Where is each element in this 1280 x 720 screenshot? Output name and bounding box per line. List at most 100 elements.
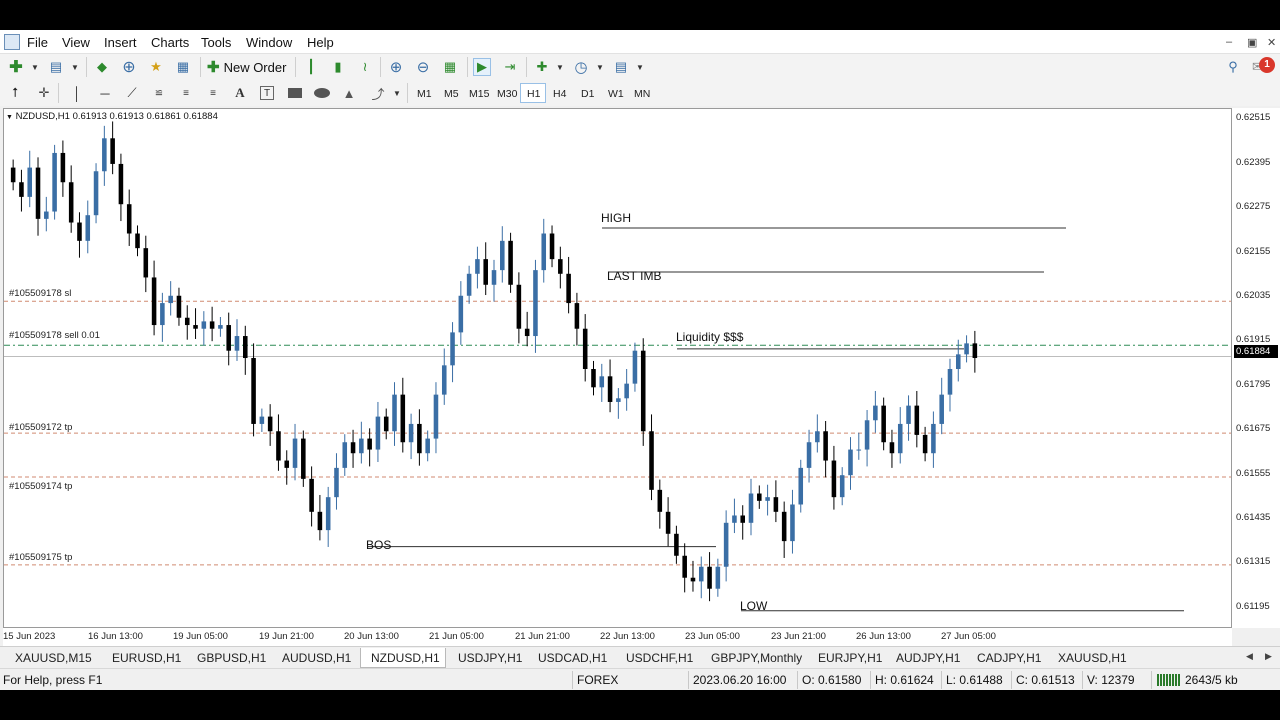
- chart-menu-icon[interactable]: ▼: [6, 114, 13, 121]
- candle-body: [624, 383, 629, 399]
- menu-insert[interactable]: Insert: [104, 35, 137, 50]
- time-tick: 15 Jun 2023: [3, 631, 56, 642]
- data-window-icon[interactable]: ★: [147, 58, 165, 76]
- price-tick: 0.62275: [1236, 201, 1271, 212]
- timeframe-m5[interactable]: M5: [444, 88, 459, 100]
- text-icon[interactable]: A: [231, 84, 249, 102]
- profiles-icon[interactable]: ▤: [47, 58, 65, 76]
- search-icon[interactable]: ⚲: [1224, 58, 1242, 76]
- trendline-icon[interactable]: ⟋: [123, 84, 141, 102]
- timeframe-mn[interactable]: MN: [634, 88, 650, 100]
- tab-eurusd-h1[interactable]: EURUSD,H1: [112, 648, 181, 668]
- candle-body: [284, 460, 290, 468]
- vertical-line-icon[interactable]: │: [68, 84, 86, 102]
- tab-usdcad-h1[interactable]: USDCAD,H1: [538, 648, 607, 668]
- timeframe-m1[interactable]: M1: [417, 88, 432, 100]
- candle-body: [491, 270, 497, 285]
- fibonacci-retracement-icon[interactable]: ≡: [204, 84, 222, 102]
- chart-shift-icon[interactable]: ⇥: [501, 58, 519, 76]
- candle-body: [906, 405, 911, 424]
- timeframe-m30[interactable]: M30: [497, 88, 517, 100]
- chevron-down-icon[interactable]: ▼: [596, 63, 604, 72]
- order-label-entry: #105509178 sell 0.01: [9, 330, 100, 341]
- chevron-down-icon[interactable]: ▼: [31, 63, 39, 72]
- triangle-icon[interactable]: ▲: [340, 84, 358, 102]
- candle-body: [301, 438, 306, 479]
- candle-body: [243, 336, 248, 359]
- candle-body: [433, 394, 439, 439]
- equidistant-channel-icon[interactable]: ≌: [150, 84, 168, 102]
- tile-windows-icon[interactable]: ▦: [441, 58, 459, 76]
- tab-audusd-h1[interactable]: AUDUSD,H1: [282, 648, 351, 668]
- timeframe-h4[interactable]: H4: [553, 88, 566, 100]
- annotation-liquidity: Liquidity $$$: [676, 330, 744, 344]
- fibonacci-fan-icon[interactable]: ≡: [177, 84, 195, 102]
- tab-nzdusd-h1[interactable]: NZDUSD,H1: [360, 648, 446, 668]
- price-tick: 0.61915: [1236, 334, 1271, 345]
- candle-body: [151, 277, 157, 326]
- restore-icon[interactable]: ▣: [1247, 36, 1257, 49]
- candle-body: [359, 438, 364, 454]
- navigator-icon[interactable]: ⊕: [120, 58, 138, 76]
- timeframe-m15[interactable]: M15: [469, 88, 489, 100]
- chevron-down-icon[interactable]: ▼: [636, 63, 644, 72]
- timeframe-d1[interactable]: D1: [581, 88, 594, 100]
- candle-body: [864, 420, 870, 450]
- candlestick-icon[interactable]: ▮: [329, 58, 347, 76]
- timeframe-h1[interactable]: H1: [527, 88, 540, 100]
- tab-usdjpy-h1[interactable]: USDJPY,H1: [458, 648, 522, 668]
- tab-scroll-left-icon[interactable]: ◀: [1246, 651, 1253, 662]
- periods-icon[interactable]: ◷: [572, 58, 590, 76]
- candle-body: [591, 369, 596, 388]
- candle-body: [176, 295, 182, 318]
- tab-audjpy-h1[interactable]: AUDJPY,H1: [896, 648, 960, 668]
- cursor-icon[interactable]: ⭡: [6, 84, 24, 102]
- chevron-down-icon[interactable]: ▼: [71, 63, 79, 72]
- tab-xauusd-h1[interactable]: XAUUSD,H1: [1058, 648, 1127, 668]
- menu-charts[interactable]: Charts: [151, 35, 189, 50]
- chart-window[interactable]: ▼ NZDUSD,H1 0.61913 0.61913 0.61861 0.61…: [3, 108, 1232, 628]
- line-chart-icon[interactable]: ≀: [356, 58, 374, 76]
- menu-window[interactable]: Window: [246, 35, 292, 50]
- menu-tools[interactable]: Tools: [201, 35, 231, 50]
- chevron-down-icon[interactable]: ▼: [556, 63, 564, 72]
- indicators-icon[interactable]: ✚: [533, 58, 551, 76]
- timeframe-w1[interactable]: W1: [608, 88, 624, 100]
- menu-view[interactable]: View: [62, 35, 90, 50]
- notifications-icon[interactable]: ✉ 1: [1252, 57, 1275, 77]
- price-tick: 0.62035: [1236, 290, 1271, 301]
- tab-xauusd-m15[interactable]: XAUUSD,M15: [15, 648, 92, 668]
- connection-bars-icon[interactable]: [1157, 674, 1181, 686]
- tab-usdchf-h1[interactable]: USDCHF,H1: [626, 648, 693, 668]
- menu-file[interactable]: File: [27, 35, 48, 50]
- candle-body: [259, 416, 265, 424]
- crosshair-icon[interactable]: ✛: [35, 84, 53, 102]
- minimize-icon[interactable]: –: [1226, 36, 1232, 48]
- templates-icon[interactable]: ▤: [612, 58, 630, 76]
- arrows-icon[interactable]: ⤴: [369, 84, 387, 102]
- new-chart-icon[interactable]: ✚: [7, 58, 25, 76]
- candle-body: [500, 240, 505, 271]
- chevron-down-icon[interactable]: ▼: [393, 89, 401, 98]
- terminal-icon[interactable]: ▦: [174, 58, 192, 76]
- new-order-button[interactable]: ✚ New Order: [207, 56, 289, 78]
- candle-body: [417, 423, 422, 454]
- close-icon[interactable]: ✕: [1267, 36, 1276, 49]
- zoom-in-icon[interactable]: ⊕: [387, 58, 405, 76]
- tab-cadjpy-h1[interactable]: CADJPY,H1: [977, 648, 1041, 668]
- autoscroll-icon[interactable]: ▶: [473, 58, 491, 76]
- bar-chart-icon[interactable]: ┃: [302, 58, 320, 76]
- zoom-out-icon[interactable]: ⊖: [414, 58, 432, 76]
- menu-help[interactable]: Help: [307, 35, 334, 50]
- chart-canvas[interactable]: [4, 109, 1232, 628]
- horizontal-line-icon[interactable]: ─: [96, 84, 114, 102]
- tab-gbpusd-h1[interactable]: GBPUSD,H1: [197, 648, 266, 668]
- tab-eurjpy-h1[interactable]: EURJPY,H1: [818, 648, 882, 668]
- market-watch-icon[interactable]: ◆: [93, 58, 111, 76]
- rectangle-icon[interactable]: [286, 84, 304, 102]
- ellipse-icon[interactable]: [313, 84, 331, 102]
- text-label-icon[interactable]: T: [260, 86, 274, 100]
- tab-gbpjpy-monthly[interactable]: GBPJPY,Monthly: [711, 648, 802, 668]
- tab-scroll-right-icon[interactable]: ▶: [1265, 651, 1272, 662]
- candle-body: [955, 354, 961, 369]
